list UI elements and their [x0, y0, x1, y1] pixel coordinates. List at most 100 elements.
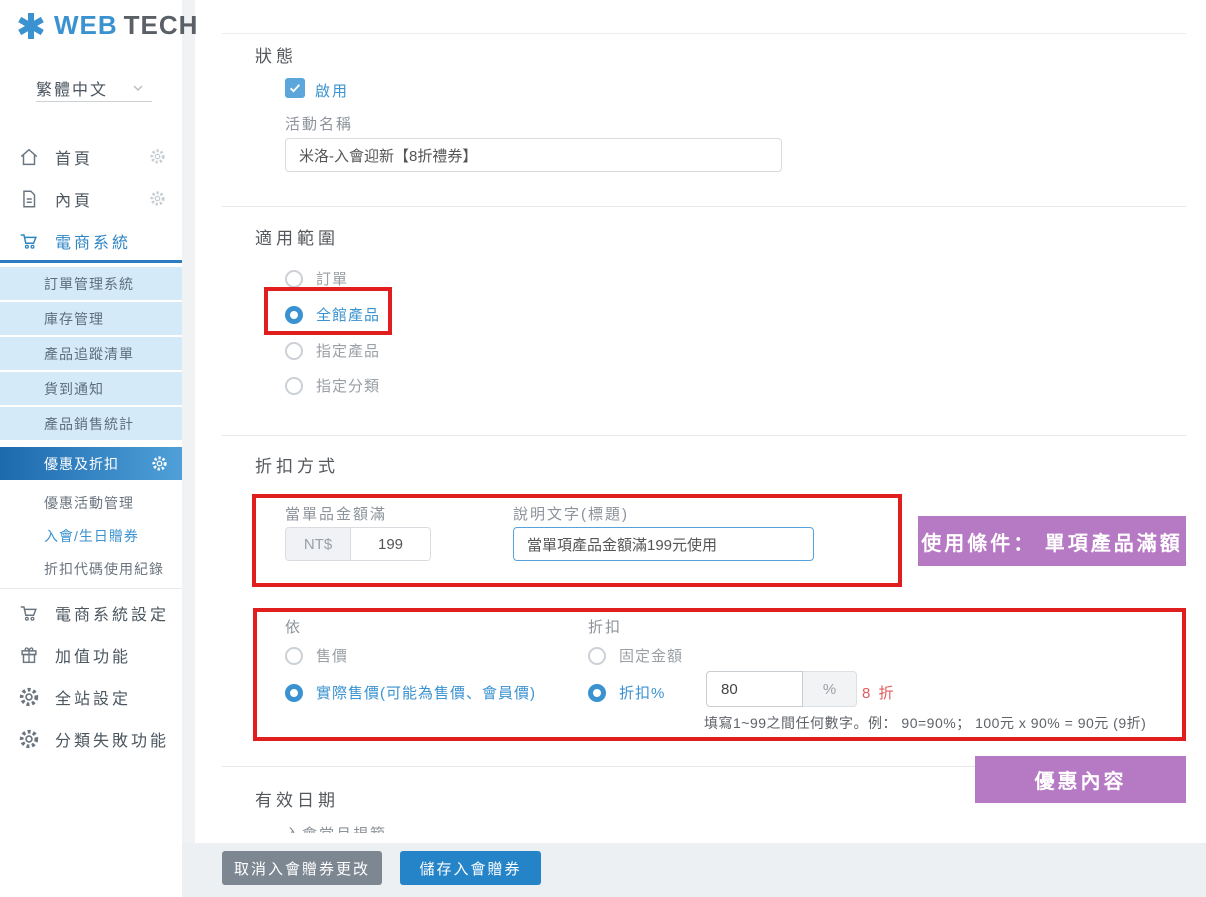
- scope-option-order[interactable]: 訂單: [285, 268, 348, 289]
- radio-label: 折扣%: [619, 682, 665, 703]
- radio-label: 固定金額: [619, 645, 683, 666]
- sidebar-item-membership-birthday-voucher[interactable]: 入會/生日贈券: [0, 519, 182, 552]
- submenu-label: 折扣代碼使用紀錄: [44, 559, 164, 579]
- threshold-input-group: NT$: [285, 527, 431, 561]
- submenu-label: 庫存管理: [44, 309, 104, 329]
- chevron-down-icon: [130, 80, 146, 96]
- sidebar-item-addons[interactable]: 加值功能: [0, 634, 182, 676]
- condition-badge: 使用條件： 單項產品滿額: [918, 516, 1186, 566]
- sidebar-item-discounts[interactable]: 優惠及折扣: [0, 447, 182, 480]
- activity-name-input[interactable]: [285, 138, 782, 172]
- sidebar-item-label: 電商系統: [55, 229, 131, 253]
- basis-option-list-price[interactable]: 售價: [285, 645, 348, 666]
- sidebar-item-ecommerce-settings[interactable]: 電商系統設定: [0, 592, 182, 634]
- brand-web: WEB: [54, 10, 118, 41]
- page: WEB TECH 繁體中文 首頁 內頁: [0, 0, 1206, 897]
- scroll-gutter: [182, 0, 195, 897]
- sidebar-item-label: 分類失敗功能: [55, 727, 169, 751]
- gear-icon: [18, 728, 40, 750]
- percent-suffix: %: [803, 671, 857, 707]
- radio-icon[interactable]: [588, 684, 606, 702]
- radio-icon[interactable]: [285, 270, 303, 288]
- radio-icon[interactable]: [285, 377, 303, 395]
- footer-bar: 取消入會贈券更改 儲存入會贈券: [182, 843, 1206, 897]
- threshold-input[interactable]: [351, 528, 430, 560]
- radio-icon[interactable]: [285, 342, 303, 360]
- submenu-label: 優惠及折扣: [44, 454, 119, 474]
- radio-icon[interactable]: [588, 647, 606, 665]
- sidebar-item-ecommerce[interactable]: 電商系統: [0, 220, 182, 262]
- radio-label: 訂單: [316, 268, 348, 289]
- sidebar-item-sales-stats[interactable]: 產品銷售統計: [0, 407, 182, 440]
- caption-input[interactable]: [513, 527, 814, 561]
- gift-icon: [18, 644, 40, 666]
- gear-icon[interactable]: [149, 190, 166, 207]
- sidebar-item-inventory[interactable]: 庫存管理: [0, 302, 182, 335]
- sidebar-item-arrival-notice[interactable]: 貨到通知: [0, 372, 182, 405]
- section-heading-status: 狀態: [255, 42, 297, 67]
- sidebar-item-site-settings[interactable]: 全站設定: [0, 676, 182, 718]
- type-option-fixed-amount[interactable]: 固定金額: [588, 645, 683, 666]
- submenu-label: 訂單管理系統: [44, 274, 134, 294]
- validity-partial-text: 入會當月規範: [285, 823, 395, 833]
- language-selector[interactable]: 繁體中文: [36, 74, 152, 102]
- radio-icon[interactable]: [285, 684, 303, 702]
- enable-checkbox-label: 啟用: [315, 80, 349, 101]
- type-option-percent[interactable]: 折扣%: [588, 682, 665, 703]
- enable-checkbox[interactable]: [285, 78, 305, 98]
- percent-note: 8 折: [862, 682, 896, 703]
- asterisk-logo-icon: [16, 11, 46, 41]
- gear-icon: [18, 686, 40, 708]
- section-divider: [222, 206, 1186, 207]
- sidebar-item-label: 加值功能: [55, 643, 131, 667]
- cart-icon: [18, 230, 40, 252]
- cart-icon: [18, 602, 40, 624]
- language-value: 繁體中文: [36, 76, 108, 100]
- sidebar-item-label: 電商系統設定: [55, 601, 169, 625]
- submenu-label: 優惠活動管理: [44, 493, 134, 513]
- gear-icon[interactable]: [151, 455, 168, 472]
- scope-option-specific-categories[interactable]: 指定分類: [285, 375, 380, 396]
- radio-label: 指定產品: [316, 340, 380, 361]
- sidebar-item-home[interactable]: 首頁: [0, 136, 182, 178]
- radio-label: 全館產品: [316, 304, 380, 325]
- section-divider: [222, 435, 1186, 436]
- check-icon: [288, 81, 302, 95]
- percent-input[interactable]: [706, 671, 803, 707]
- home-icon: [18, 146, 40, 168]
- save-button[interactable]: 儲存入會贈券: [400, 851, 541, 885]
- cancel-button[interactable]: 取消入會贈券更改: [222, 851, 382, 885]
- sidebar-item-discount-code-log[interactable]: 折扣代碼使用紀錄: [0, 552, 182, 585]
- scope-option-specific-products[interactable]: 指定產品: [285, 340, 380, 361]
- scope-option-all-products[interactable]: 全館產品: [285, 304, 380, 325]
- sidebar: WEB TECH 繁體中文 首頁 內頁: [0, 0, 182, 897]
- content-badge: 優惠內容: [975, 756, 1186, 803]
- sidebar-item-order-management[interactable]: 訂單管理系統: [0, 267, 182, 300]
- sidebar-divider: [0, 588, 182, 589]
- submenu-label: 入會/生日贈券: [44, 526, 139, 546]
- section-heading-scope: 適用範圍: [255, 224, 339, 249]
- sidebar-item-label: 全站設定: [55, 685, 131, 709]
- radio-label: 售價: [316, 645, 348, 666]
- main-content: 狀態 啟用 活動名稱 適用範圍 訂單 全館產品 指定產品 指定分類 折扣方: [222, 33, 1186, 843]
- radio-icon[interactable]: [285, 306, 303, 324]
- sidebar-item-product-tracking[interactable]: 產品追蹤清單: [0, 337, 182, 370]
- sidebar-item-promo-management[interactable]: 優惠活動管理: [0, 486, 182, 519]
- sidebar-item-label: 首頁: [55, 145, 93, 169]
- radio-label: 實際售價(可能為售價、會員價): [316, 682, 536, 703]
- radio-icon[interactable]: [285, 647, 303, 665]
- percent-helper-text: 填寫1~99之間任何數字。例： 90=90%； 100元 x 90% = 90元…: [704, 713, 1146, 733]
- submenu-label: 產品銷售統計: [44, 414, 134, 434]
- sidebar-item-pages[interactable]: 內頁: [0, 178, 182, 220]
- basis-option-actual-price[interactable]: 實際售價(可能為售價、會員價): [285, 682, 536, 703]
- document-icon: [18, 188, 40, 210]
- section-heading-validity: 有效日期: [255, 786, 339, 811]
- sidebar-item-label: 內頁: [55, 187, 93, 211]
- active-section-bar: [0, 260, 182, 263]
- sidebar-item-category-fail[interactable]: 分類失敗功能: [0, 718, 182, 760]
- percent-input-group: %: [706, 671, 857, 707]
- gear-icon[interactable]: [149, 148, 166, 165]
- section-heading-discount: 折扣方式: [255, 452, 339, 477]
- basis-label: 依: [285, 616, 302, 637]
- radio-label: 指定分類: [316, 375, 380, 396]
